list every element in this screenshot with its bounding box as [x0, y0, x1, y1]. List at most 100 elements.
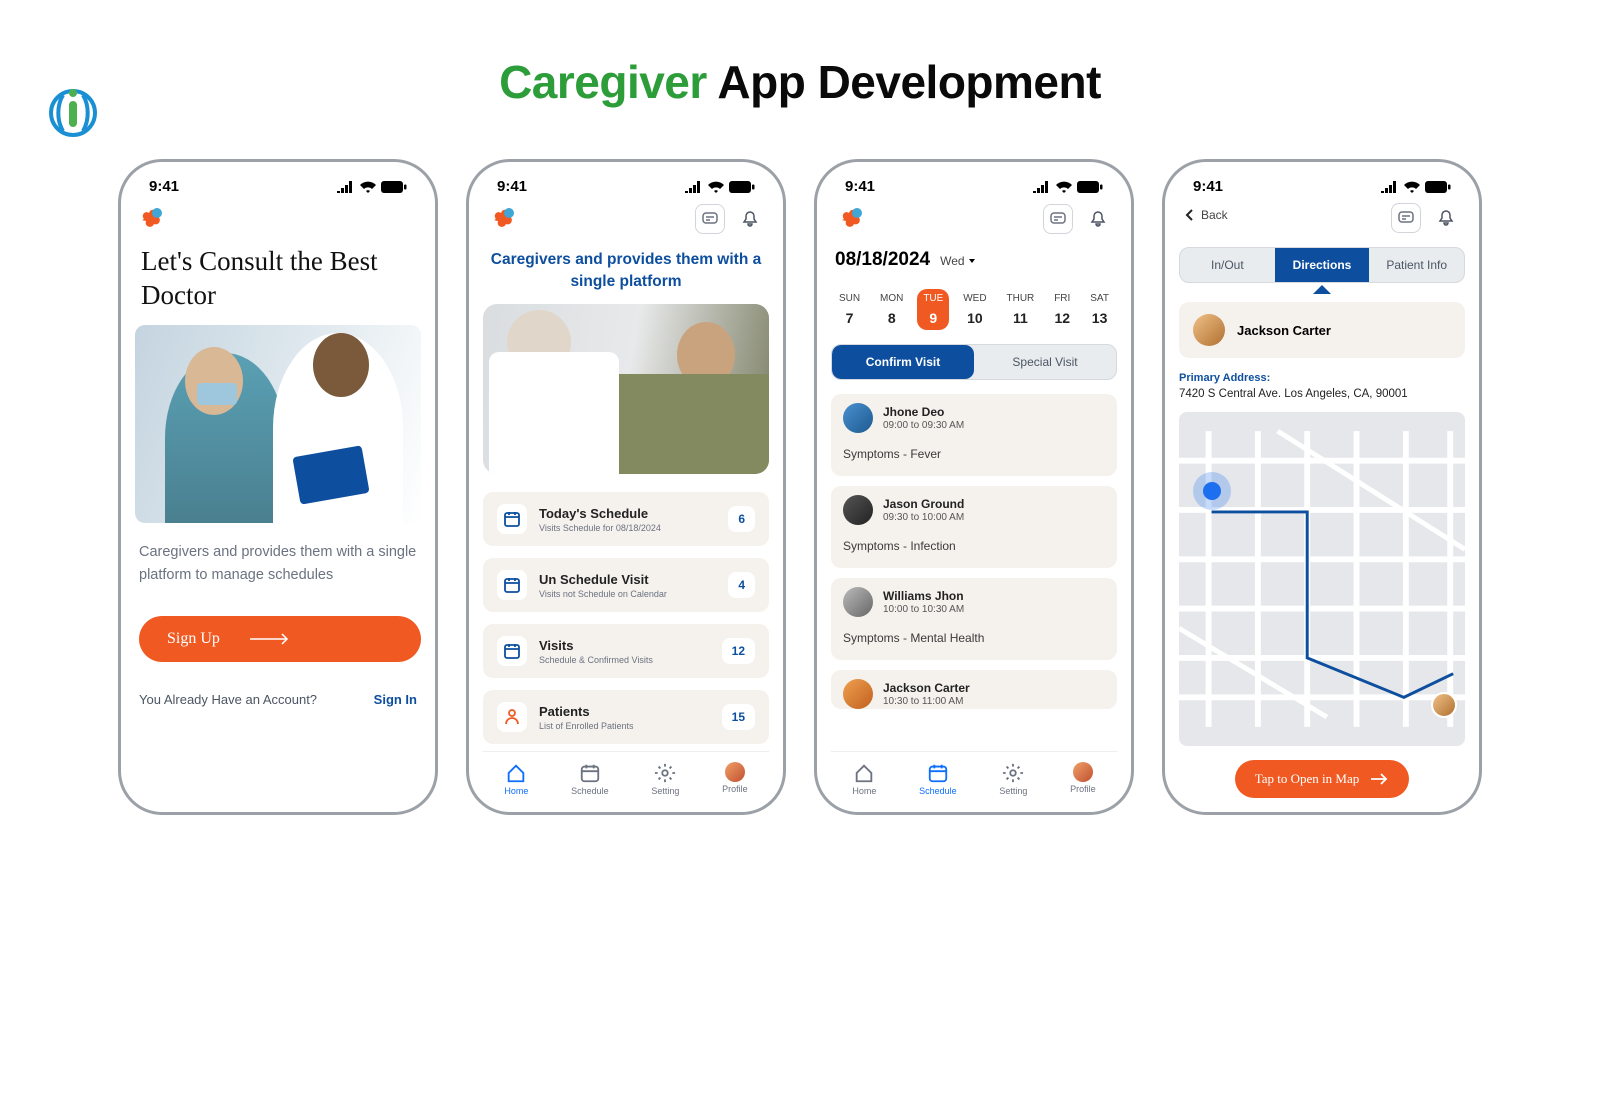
- tab-inout[interactable]: In/Out: [1180, 248, 1275, 282]
- status-bar: 9:41: [483, 172, 769, 203]
- chat-icon: [702, 211, 718, 227]
- dashboard-cards: Today's ScheduleVisits Schedule for 08/1…: [483, 492, 769, 751]
- chat-icon: [1050, 211, 1066, 227]
- bottom-nav: Home Schedule Setting Profile: [483, 751, 769, 798]
- day-wed[interactable]: WED10: [957, 289, 992, 330]
- status-time: 9:41: [497, 178, 527, 195]
- wifi-icon: [1056, 181, 1072, 193]
- card-visits[interactable]: VisitsSchedule & Confirmed Visits 12: [483, 624, 769, 678]
- app-logo-icon: [139, 205, 165, 231]
- battery-icon: [381, 181, 407, 193]
- calendar-icon: [497, 636, 527, 666]
- chevron-left-icon: [1185, 209, 1195, 221]
- calendar-icon: [497, 570, 527, 600]
- visit-item[interactable]: Jackson Carter10:30 to 11:00 AM: [831, 670, 1117, 709]
- already-account-text: You Already Have an Account?: [139, 692, 317, 707]
- visit-item[interactable]: Jhone Deo09:00 to 09:30 AM Symptoms - Fe…: [831, 394, 1117, 476]
- status-bar: 9:41: [831, 172, 1117, 203]
- nav-profile[interactable]: Profile: [1070, 762, 1096, 796]
- nav-profile[interactable]: Profile: [722, 762, 748, 796]
- screen-directions: 9:41 Back In/Out Directions: [1162, 159, 1482, 815]
- nav-setting[interactable]: Setting: [651, 762, 679, 796]
- card-count: 15: [722, 704, 755, 730]
- bell-icon: [1437, 209, 1455, 227]
- visit-item[interactable]: Jason Ground09:30 to 10:00 AM Symptoms -…: [831, 486, 1117, 568]
- avatar: [1193, 314, 1225, 346]
- card-count: 6: [728, 506, 755, 532]
- location-end-avatar: [1431, 692, 1457, 718]
- arrow-right-icon: [1371, 773, 1389, 785]
- bell-icon: [741, 210, 759, 228]
- day-mon[interactable]: MON8: [874, 289, 909, 330]
- avatar: [843, 679, 873, 709]
- day-thur[interactable]: THUR11: [1001, 289, 1041, 330]
- calendar-icon: [579, 762, 601, 784]
- notifications-button[interactable]: [1083, 204, 1113, 234]
- day-fri[interactable]: FRI12: [1048, 289, 1076, 330]
- week-calendar: SUN7 MON8 TUE9 WED10 THUR11 FRI12 SAT13: [831, 289, 1117, 330]
- card-today-schedule[interactable]: Today's ScheduleVisits Schedule for 08/1…: [483, 492, 769, 546]
- visit-item[interactable]: Williams Jhon10:00 to 10:30 AM Symptoms …: [831, 578, 1117, 660]
- onboarding-title: Let's Consult the Best Doctor: [141, 245, 415, 313]
- day-tue[interactable]: TUE9: [917, 289, 949, 330]
- dropdown-icon: [968, 257, 976, 265]
- status-icons: [337, 181, 407, 193]
- day-sat[interactable]: SAT13: [1084, 289, 1115, 330]
- screen-schedule: 9:41 08/18/2024 Wed SUN7 MON8: [814, 159, 1134, 815]
- chat-icon: [1398, 210, 1414, 226]
- notifications-button[interactable]: [1431, 203, 1461, 233]
- gear-icon: [1002, 762, 1024, 784]
- status-bar: 9:41: [1179, 172, 1465, 203]
- bell-icon: [1089, 210, 1107, 228]
- app-logo-icon: [491, 205, 517, 231]
- tab-directions[interactable]: Directions: [1275, 248, 1370, 282]
- address-text: 7420 S Central Ave. Los Angeles, CA, 900…: [1179, 388, 1465, 400]
- status-time: 9:41: [149, 178, 179, 195]
- status-bar: 9:41: [135, 172, 421, 203]
- app-logo-icon: [839, 205, 865, 231]
- signin-link[interactable]: Sign In: [374, 692, 417, 707]
- signal-icon: [337, 181, 355, 193]
- notifications-button[interactable]: [735, 204, 765, 234]
- address-label: Primary Address:: [1179, 372, 1465, 384]
- home-title: Caregivers and provides them with a sing…: [487, 249, 765, 292]
- signup-label: Sign Up: [167, 630, 220, 648]
- nav-home[interactable]: Home: [852, 762, 876, 796]
- card-patients[interactable]: PatientsList of Enrolled Patients 15: [483, 690, 769, 744]
- avatar: [843, 403, 873, 433]
- bottom-nav: Home Schedule Setting Profile: [831, 751, 1117, 798]
- back-button[interactable]: Back: [1185, 208, 1228, 222]
- tab-special-visit[interactable]: Special Visit: [974, 345, 1116, 379]
- messages-button[interactable]: [1043, 204, 1073, 234]
- messages-button[interactable]: [695, 204, 725, 234]
- calendar-icon: [927, 762, 949, 784]
- avatar: [843, 587, 873, 617]
- avatar-icon: [725, 762, 745, 782]
- home-image: [483, 304, 769, 474]
- day-sun[interactable]: SUN7: [833, 289, 866, 330]
- battery-icon: [729, 181, 755, 193]
- messages-button[interactable]: [1391, 203, 1421, 233]
- tab-pointer-icon: [1313, 285, 1331, 294]
- tab-confirm-visit[interactable]: Confirm Visit: [832, 345, 974, 379]
- card-unscheduled[interactable]: Un Schedule VisitVisits not Schedule on …: [483, 558, 769, 612]
- signup-button[interactable]: Sign Up: [139, 616, 421, 662]
- map-view[interactable]: [1179, 412, 1465, 746]
- tab-patient-info[interactable]: Patient Info: [1369, 248, 1464, 282]
- gear-icon: [654, 762, 676, 784]
- schedule-date[interactable]: 08/18/2024 Wed: [835, 249, 1113, 271]
- nav-schedule[interactable]: Schedule: [919, 762, 957, 796]
- patient-card[interactable]: Jackson Carter: [1179, 302, 1465, 358]
- map-streets: [1179, 412, 1465, 746]
- signal-icon: [685, 181, 703, 193]
- nav-schedule[interactable]: Schedule: [571, 762, 609, 796]
- battery-icon: [1425, 181, 1451, 193]
- calendar-icon: [497, 504, 527, 534]
- visit-type-tabs: Confirm Visit Special Visit: [831, 344, 1117, 380]
- nav-setting[interactable]: Setting: [999, 762, 1027, 796]
- signal-icon: [1033, 181, 1051, 193]
- nav-home[interactable]: Home: [504, 762, 528, 796]
- open-map-button[interactable]: Tap to Open in Map: [1235, 760, 1410, 798]
- battery-icon: [1077, 181, 1103, 193]
- status-time: 9:41: [845, 178, 875, 195]
